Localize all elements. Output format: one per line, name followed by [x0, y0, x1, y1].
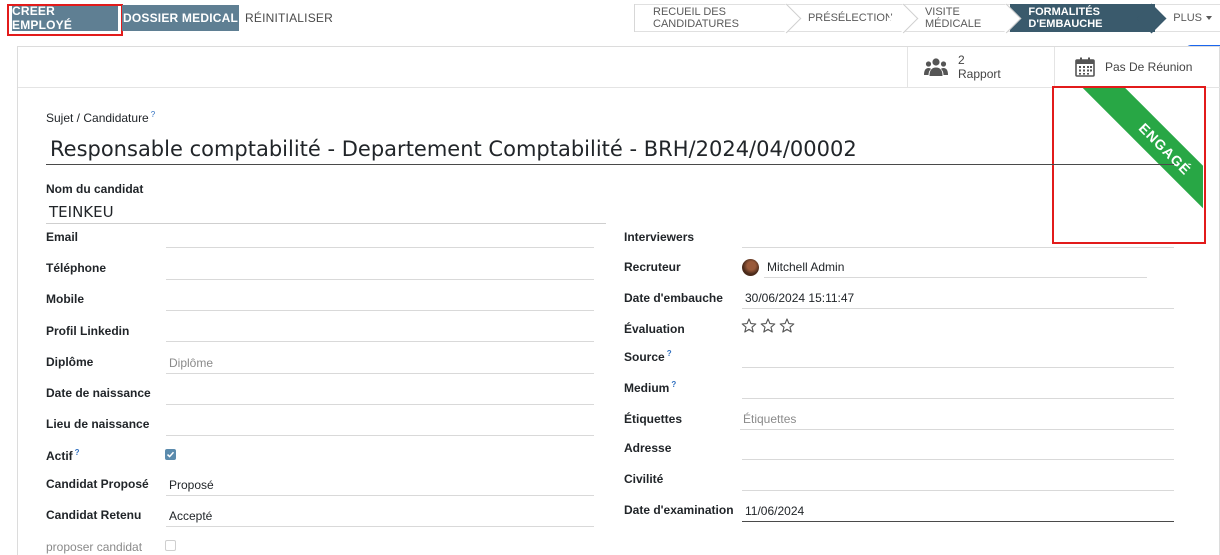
check-icon [166, 451, 175, 458]
address-input[interactable] [742, 438, 1174, 460]
active-label: Actif? [46, 448, 80, 463]
evaluation-rating[interactable] [741, 318, 795, 333]
source-label-text: Source [624, 350, 665, 364]
retained-label: Candidat Retenu [46, 508, 142, 522]
active-label-text: Actif [46, 449, 73, 463]
phone-input[interactable] [166, 258, 594, 280]
propose-candidate-label: proposer candidat [46, 540, 143, 554]
tags-label: Étiquettes [624, 412, 683, 426]
source-label: Source? [624, 349, 672, 364]
birthdate-label: Date de naissance [46, 386, 151, 400]
stage-more-label: PLUS [1173, 12, 1203, 24]
tags-input[interactable]: Étiquettes [740, 408, 1174, 430]
interviewers-label: Interviewers [624, 230, 695, 244]
hire-date-input[interactable]: 30/06/2024 15:11:47 [742, 287, 1174, 309]
proposed-label: Candidat Proposé [46, 477, 149, 491]
evaluation-label: Évaluation [624, 322, 685, 336]
proposed-input[interactable]: Proposé [166, 474, 594, 496]
highlight-box-ribbon [1052, 86, 1206, 244]
report-stat-text: 2 Rapport [958, 53, 1001, 81]
star-outline-icon[interactable] [760, 318, 776, 333]
diploma-input[interactable]: Diplôme [166, 352, 594, 374]
report-count: 2 [958, 53, 965, 67]
meeting-smart-button[interactable]: Pas De Réunion [1054, 47, 1220, 87]
star-outline-icon[interactable] [741, 318, 757, 333]
candidate-name-input[interactable]: TEINKEU [46, 199, 606, 224]
calendar-icon [1075, 57, 1095, 77]
subject-label-text: Sujet / Candidature [46, 111, 149, 125]
hire-date-label: Date d'embauche [624, 291, 723, 305]
users-icon [924, 58, 948, 76]
source-help-icon[interactable]: ? [667, 349, 672, 358]
stage-statusbar: RECUEIL DES CANDIDATURES PRÉSÉLECTION VI… [634, 4, 1220, 32]
report-smart-button[interactable]: 2 Rapport [907, 47, 1053, 87]
linkedin-input[interactable] [166, 320, 594, 342]
control-panel: CRÉER EMPLOYÉ DOSSIER MEDICAL RÉINITIALI… [0, 0, 1220, 36]
active-help-icon[interactable]: ? [75, 448, 80, 457]
birthplace-label: Lieu de naissance [46, 417, 150, 431]
source-input[interactable] [742, 346, 1174, 368]
subject-help-icon[interactable]: ? [151, 110, 155, 119]
birthplace-input[interactable] [166, 414, 594, 436]
subject-label: Sujet / Candidature? [46, 110, 155, 125]
medical-file-button[interactable]: DOSSIER MEDICAL [122, 5, 239, 31]
smart-button-box: 2 Rapport Pas De Réunion [18, 47, 1220, 88]
linkedin-label: Profil Linkedin [46, 324, 130, 338]
caret-down-icon [1206, 16, 1213, 20]
interviewers-input[interactable] [742, 226, 1174, 248]
retained-input[interactable]: Accepté [166, 505, 594, 527]
star-outline-icon[interactable] [779, 318, 795, 333]
stage-recueil[interactable]: RECUEIL DES CANDIDATURES [635, 4, 790, 32]
email-label: Email [46, 230, 79, 244]
exam-date-label: Date d'examination [624, 503, 734, 517]
active-checkbox[interactable] [165, 449, 176, 460]
exam-date-input[interactable]: 11/06/2024 [742, 500, 1174, 522]
address-label: Adresse [624, 441, 672, 455]
subject-input[interactable]: Responsable comptabilité - Departement C… [46, 133, 1174, 165]
birthdate-input[interactable] [166, 383, 594, 405]
recruiter-label: Recruteur [624, 260, 681, 274]
civility-label: Civilité [624, 472, 664, 486]
medium-label-text: Medium [624, 381, 670, 395]
highlight-box-create-employee [7, 4, 123, 36]
candidate-name-label: Nom du candidat [46, 182, 144, 196]
mobile-label: Mobile [46, 292, 84, 306]
stage-visite-medicale[interactable]: VISITE MÉDICALE [906, 4, 1011, 32]
mobile-input[interactable] [166, 289, 594, 311]
meeting-label: Pas De Réunion [1105, 60, 1193, 74]
recruiter-avatar [742, 259, 759, 276]
propose-candidate-checkbox[interactable] [165, 540, 176, 551]
stage-preselection[interactable]: PRÉSÉLECTION [789, 4, 907, 32]
medium-help-icon[interactable]: ? [671, 380, 676, 389]
phone-label: Téléphone [46, 261, 107, 275]
report-label: Rapport [958, 67, 1001, 81]
civility-input[interactable] [742, 469, 1174, 491]
email-input[interactable] [166, 226, 594, 248]
reset-button[interactable]: RÉINITIALISER [245, 5, 333, 31]
diploma-label: Diplôme [46, 355, 94, 369]
recruiter-input[interactable]: Mitchell Admin [764, 256, 1147, 278]
medium-input[interactable] [742, 377, 1174, 399]
stage-formalites-embauche[interactable]: FORMALITÉS D'EMBAUCHE [1010, 4, 1156, 32]
medium-label: Medium? [624, 380, 676, 395]
